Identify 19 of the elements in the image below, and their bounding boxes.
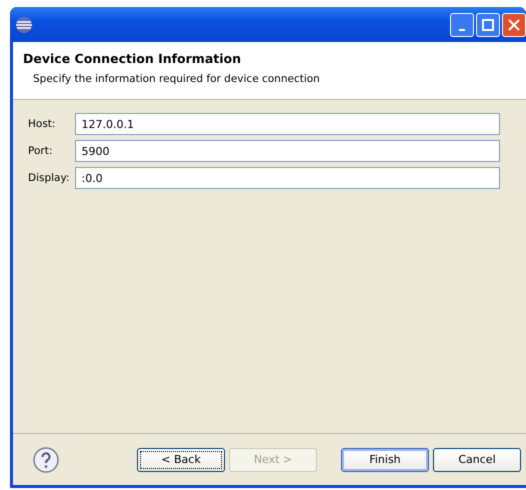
dialog-button[interactable]: Finish <box>341 448 429 472</box>
close-button[interactable] <box>502 12 526 36</box>
page-title: Device Connection Information <box>23 51 242 66</box>
help-icon[interactable] <box>33 446 59 472</box>
minimize-button[interactable] <box>450 12 474 36</box>
minimize-icon <box>459 28 465 30</box>
dialog-button[interactable]: Cancel <box>433 448 521 472</box>
input-field[interactable]: :0.0 <box>75 167 500 189</box>
close-icon <box>508 18 520 30</box>
maximize-icon <box>482 18 494 30</box>
field-label: Host: <box>28 118 56 130</box>
page-description: Specify the information required for device connection <box>32 73 321 85</box>
field-label: Display: <box>28 172 70 184</box>
maximize-button[interactable] <box>476 12 500 36</box>
dialog-button[interactable]: < Back <box>137 448 225 472</box>
input-field[interactable]: 127.0.0.1 <box>75 113 500 135</box>
input-field[interactable]: 5900 <box>75 140 500 162</box>
field-label: Port: <box>28 145 54 157</box>
globe-icon <box>15 16 33 34</box>
